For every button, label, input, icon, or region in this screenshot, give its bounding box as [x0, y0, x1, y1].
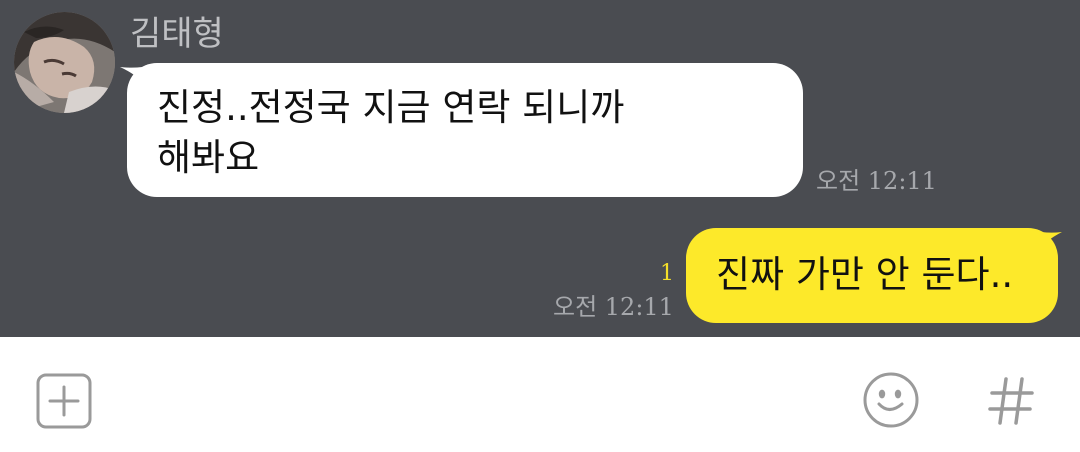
sender-name: 김태형 — [130, 14, 224, 54]
emoji-button[interactable] — [862, 371, 920, 429]
incoming-message-text: 진정..전정국 지금 연락 되니까 해봐요 — [157, 86, 625, 179]
attach-button[interactable] — [36, 373, 92, 429]
hash-icon — [988, 377, 1034, 425]
outgoing-message-bubble[interactable]: 진짜 가만 안 둔다.. — [686, 228, 1058, 323]
profile-photo — [14, 12, 115, 113]
unread-count: 1 — [660, 261, 674, 286]
incoming-message-time: 오전 12:11 — [816, 167, 937, 195]
outgoing-message-text: 진짜 가만 안 둔다.. — [716, 253, 1014, 296]
emoji-icon — [863, 372, 919, 428]
plus-icon — [36, 373, 92, 429]
hashtag-search-button[interactable] — [986, 373, 1036, 429]
avatar[interactable] — [14, 12, 115, 113]
message-input-bar — [0, 337, 1080, 452]
chat-area: 김태형 진정..전정국 지금 연락 되니까 해봐요 오전 12:11 1 오전 … — [0, 0, 1080, 337]
incoming-message-bubble[interactable]: 진정..전정국 지금 연락 되니까 해봐요 — [127, 63, 803, 197]
outgoing-message-time: 오전 12:11 — [553, 293, 674, 321]
